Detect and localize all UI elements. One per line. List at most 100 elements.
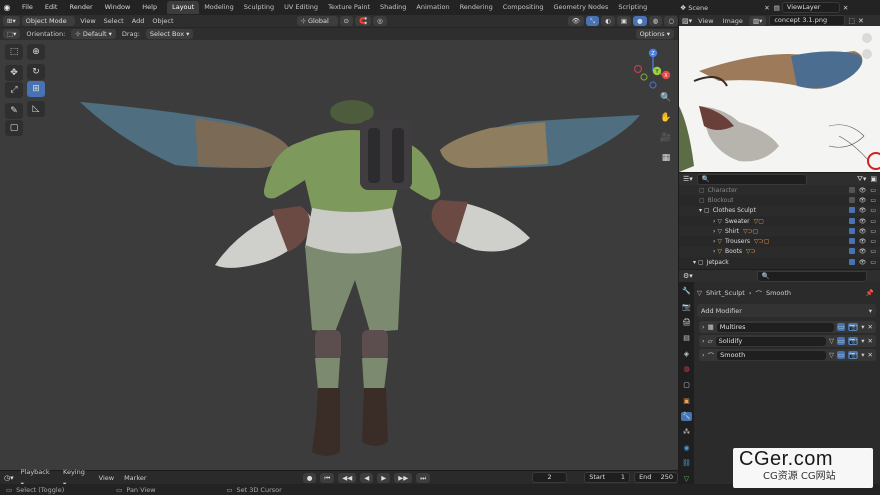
shading-material-icon[interactable]: ◍: [648, 16, 663, 26]
world-tab-icon[interactable]: ◍: [681, 364, 692, 374]
remove-modifier-icon[interactable]: ✕: [868, 337, 873, 345]
filter-icon[interactable]: ⛛▾: [857, 175, 866, 184]
tab-animation[interactable]: Animation: [411, 1, 454, 14]
camera-icon[interactable]: ▭: [870, 259, 876, 266]
tab-geometry-nodes[interactable]: Geometry Nodes: [549, 1, 614, 14]
modifier-name[interactable]: Smooth: [717, 350, 827, 360]
tab-layout[interactable]: Layout: [167, 1, 200, 14]
menu-object[interactable]: Object: [149, 15, 176, 27]
transform-tool-icon[interactable]: ⊞: [27, 81, 45, 97]
tab-rendering[interactable]: Rendering: [455, 1, 498, 14]
eye-icon[interactable]: 👁: [859, 197, 867, 204]
scene-tab-icon[interactable]: ◈: [681, 349, 692, 359]
expand-chevron-icon[interactable]: ›: [702, 351, 705, 359]
on-cage-icon[interactable]: ▽: [829, 337, 834, 345]
eye-icon[interactable]: 👁: [859, 248, 867, 255]
camera-icon[interactable]: ▭: [870, 187, 876, 194]
menu-select[interactable]: Select: [101, 15, 127, 27]
camera-icon[interactable]: ▭: [870, 197, 876, 204]
outliner-row-blockout[interactable]: ▢ Blockout 👁 ▭: [679, 195, 880, 205]
show-render-icon[interactable]: 📷: [848, 337, 859, 345]
grid-perspective-icon[interactable]: ▦: [658, 150, 674, 166]
zoom-icon[interactable]: 🔍: [658, 90, 674, 106]
viewlayer-close-icon[interactable]: ✕: [843, 4, 848, 12]
options-dropdown[interactable]: Options ▾: [635, 29, 674, 39]
include-checkbox[interactable]: [848, 258, 855, 265]
dropdown-icon[interactable]: ▾: [861, 323, 864, 331]
scale-tool-icon[interactable]: ⤢: [5, 82, 23, 98]
show-editmode-icon[interactable]: ▭: [837, 337, 846, 345]
modifier-name[interactable]: Multires: [716, 322, 835, 332]
show-editmode-icon[interactable]: ▭: [837, 351, 846, 359]
rotate-tool-icon[interactable]: ↻: [27, 64, 45, 80]
remove-modifier-icon[interactable]: ✕: [868, 351, 873, 359]
show-editmode-icon[interactable]: ▭: [837, 323, 846, 331]
image-editor-icon[interactable]: ▨▾: [682, 17, 692, 25]
remove-modifier-icon[interactable]: ✕: [868, 323, 873, 331]
select-box-tool-icon[interactable]: ⬚: [5, 44, 23, 60]
add-cube-tool-icon[interactable]: ▢: [5, 120, 23, 136]
outliner-row-jetpack[interactable]: ▾ ▢ Jetpack 👁 ▭: [679, 257, 880, 267]
record-button[interactable]: ●: [302, 472, 317, 483]
menu-view[interactable]: View: [77, 15, 98, 27]
camera-icon[interactable]: ▭: [870, 218, 876, 225]
output-tab-icon[interactable]: 🖨: [681, 317, 692, 327]
outliner-row-boots[interactable]: › ▽ Boots ▽⊃ 👁 ▭: [679, 246, 880, 258]
outliner-row-shirt[interactable]: › ▽ Shirt ▽⊃▢ 👁 ▭: [679, 226, 880, 237]
shading-solid-icon[interactable]: ●: [632, 16, 647, 26]
tab-compositing[interactable]: Compositing: [498, 1, 549, 14]
modifier-name[interactable]: Solidify: [715, 336, 827, 346]
measure-tool-icon[interactable]: ◺: [27, 101, 45, 117]
mode-dropdown[interactable]: Object Mode ▾: [21, 16, 76, 35]
dropdown-icon[interactable]: ▾: [861, 337, 864, 345]
expand-chevron-icon[interactable]: ›: [713, 238, 715, 245]
new-collection-icon[interactable]: ▣: [870, 175, 877, 183]
viewlayer-field[interactable]: ViewLayer: [781, 2, 840, 13]
camera-icon[interactable]: ▭: [870, 228, 876, 235]
blender-logo-icon[interactable]: ◉: [0, 0, 14, 15]
active-tool-icon[interactable]: ⬚▾: [3, 29, 21, 39]
menu-add[interactable]: Add: [129, 15, 148, 27]
timeline-editor-icon[interactable]: ◷▾: [4, 474, 14, 482]
view-layer-tab-icon[interactable]: ▤: [681, 333, 692, 343]
outliner-row-trousers[interactable]: › ▽ Trousers ▽⊃▢ 👁 ▭: [679, 236, 880, 246]
tab-uv-editing[interactable]: UV Editing: [279, 1, 323, 14]
particles-tab-icon[interactable]: ⁂: [681, 427, 692, 437]
modifier-tab-icon[interactable]: 🔧: [681, 411, 692, 422]
outliner-row-clothes-sculpt[interactable]: ▾ ▢ Clothes Sculpt 👁 ▭: [679, 205, 880, 216]
tab-shading[interactable]: Shading: [375, 1, 411, 14]
close-icon[interactable]: ✕: [764, 4, 769, 12]
tool-tab-icon[interactable]: 🔧: [681, 286, 692, 296]
editor-type-icon[interactable]: ⊞▾: [3, 16, 20, 26]
include-checkbox[interactable]: [848, 238, 855, 245]
menu-render[interactable]: Render: [63, 0, 98, 15]
menu-marker[interactable]: Marker: [121, 472, 149, 484]
scene-name[interactable]: Scene: [688, 4, 764, 12]
orientation-dropdown[interactable]: ⊹ Default ▾: [71, 29, 116, 39]
reference-image[interactable]: [679, 26, 880, 172]
gizmo-toggle-icon[interactable]: ⤡: [585, 16, 600, 26]
on-cage-icon[interactable]: ▽: [829, 351, 834, 359]
3d-viewport[interactable]: [0, 40, 678, 470]
expand-chevron-icon[interactable]: ▾: [699, 207, 702, 214]
cursor-tool-icon[interactable]: ⊕: [27, 44, 45, 60]
tab-modeling[interactable]: Modeling: [199, 1, 239, 14]
data-tab-icon[interactable]: ▽: [681, 474, 692, 484]
camera-icon[interactable]: ▭: [870, 238, 876, 245]
show-render-icon[interactable]: 📷: [848, 323, 859, 331]
transform-orientation-dropdown[interactable]: ⊹ Global ▾: [296, 16, 338, 35]
include-checkbox[interactable]: [848, 217, 855, 224]
next-key-button[interactable]: ▶▶: [394, 472, 413, 483]
visibility-icon[interactable]: 👁: [567, 16, 584, 26]
render-tab-icon[interactable]: 📷: [681, 302, 692, 312]
outliner-search-input[interactable]: 🔍: [696, 173, 807, 185]
eye-icon[interactable]: 👁: [859, 259, 867, 266]
annotate-tool-icon[interactable]: ✎: [5, 103, 23, 119]
constraints-tab-icon[interactable]: ⛓: [681, 459, 692, 469]
expand-chevron-icon[interactable]: ›: [702, 337, 705, 345]
image-browse-icon[interactable]: ▨▾: [748, 15, 767, 26]
navigation-gizmo[interactable]: Z X Y: [630, 45, 676, 91]
dropdown-icon[interactable]: ▾: [861, 351, 864, 359]
drag-dropdown[interactable]: Select Box ▾: [145, 29, 194, 39]
object-tab-icon[interactable]: ▣: [681, 396, 692, 406]
